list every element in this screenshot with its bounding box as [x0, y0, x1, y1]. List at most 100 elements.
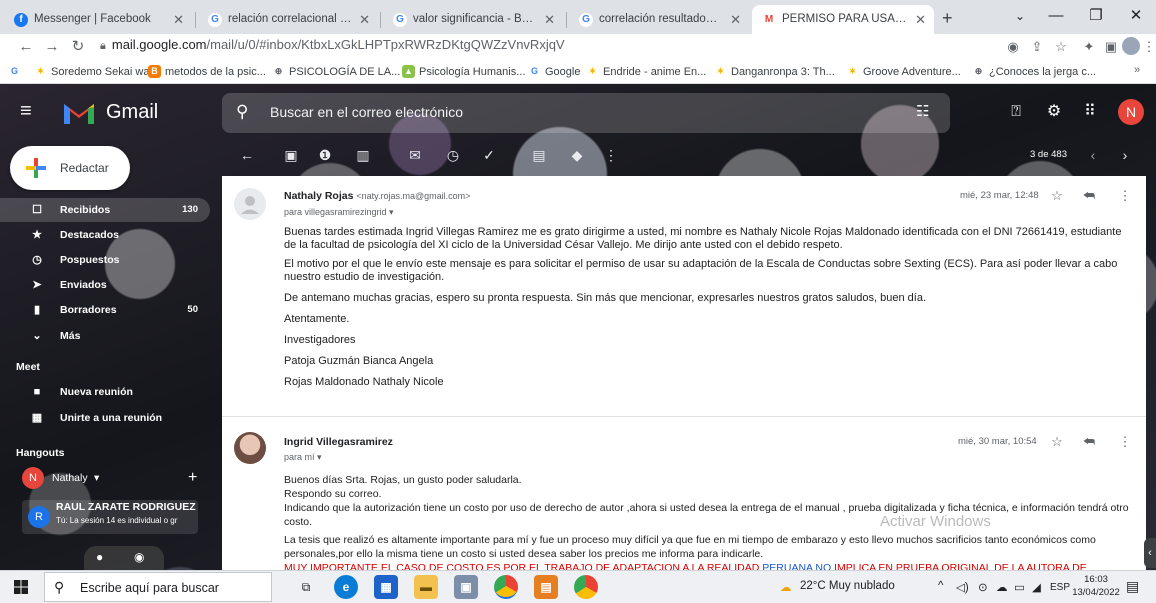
- reply-icon[interactable]: ⮪: [1080, 434, 1098, 450]
- search-icon[interactable]: ⚲: [236, 102, 248, 122]
- delete-icon[interactable]: ▥: [352, 144, 374, 166]
- weather-text[interactable]: 22°C Muy nublado: [800, 580, 895, 592]
- task-view-icon[interactable]: ⧉: [294, 575, 318, 599]
- back-to-inbox-icon[interactable]: ←: [236, 144, 258, 166]
- snooze-icon[interactable]: ◷: [442, 144, 464, 166]
- language-indicator[interactable]: ESP: [1050, 582, 1070, 593]
- meet-new-meeting[interactable]: ■ Nueva reunión: [0, 380, 210, 404]
- main-menu-icon[interactable]: ≡: [20, 101, 42, 121]
- browser-tab[interactable]: G correlación resultados - Busc ✕: [569, 5, 749, 34]
- add-task-icon[interactable]: ✓: [478, 144, 500, 166]
- recipient-line[interactable]: para villegasramirezingrid ▾: [284, 207, 394, 218]
- side-panel-toggle-icon[interactable]: ‹: [1144, 538, 1156, 568]
- star-icon[interactable]: ☆: [1048, 188, 1066, 204]
- hangout-contact[interactable]: R RAUL ZARATE RODRIGUEZ Tú: La sesión 14…: [22, 500, 198, 534]
- star-icon[interactable]: ☆: [1048, 434, 1066, 450]
- settings-gear-icon[interactable]: ⚙: [1042, 100, 1066, 124]
- bookmark-star-icon[interactable]: ☆: [1052, 38, 1070, 56]
- browser-tab-active[interactable]: M PERMISO PARA USAR LA VEI ✕: [752, 5, 934, 34]
- bookmark-item[interactable]: ▲ Psicología Humanis...: [402, 63, 525, 81]
- close-window-icon[interactable]: ✕: [1116, 4, 1156, 28]
- nav-inbox[interactable]: ☐ Recibidos 130: [0, 198, 210, 222]
- location-icon[interactable]: ◉: [1004, 38, 1022, 56]
- account-avatar[interactable]: N: [1118, 99, 1144, 125]
- maximize-window-icon[interactable]: ❐: [1076, 4, 1116, 28]
- back-arrow-icon[interactable]: ←: [16, 38, 36, 56]
- reply-icon[interactable]: ⮪: [1080, 188, 1098, 204]
- address-bar[interactable]: 🔒︎ mail.google.com/mail/u/0/#inbox/KtbxLx…: [100, 37, 1005, 57]
- older-chevron-right-icon[interactable]: ›: [1114, 144, 1136, 166]
- more-options-icon[interactable]: ⋮: [1116, 434, 1134, 450]
- report-spam-icon[interactable]: ❶: [314, 144, 336, 166]
- battery-icon[interactable]: ▭: [1014, 580, 1025, 594]
- edge-browser-icon[interactable]: e: [334, 575, 358, 599]
- tray-chevron-up-icon[interactable]: ^: [938, 580, 943, 592]
- newer-chevron-left-icon[interactable]: ‹: [1082, 144, 1104, 166]
- new-tab-button[interactable]: +: [942, 8, 953, 29]
- forward-arrow-icon[interactable]: →: [42, 38, 62, 56]
- bookmarks-overflow-button[interactable]: »: [1134, 64, 1140, 76]
- more-actions-icon[interactable]: ⋮: [600, 144, 622, 166]
- hangout-self[interactable]: N Nathaly ▾ +: [22, 467, 212, 489]
- photos-app-icon[interactable]: ▣: [454, 575, 478, 599]
- add-hangout-icon[interactable]: +: [188, 467, 197, 489]
- chrome-profile-icon[interactable]: [574, 575, 598, 599]
- browser-tab[interactable]: f Messenger | Facebook ✕: [4, 5, 192, 34]
- nav-more[interactable]: ⌄ Más: [0, 324, 210, 348]
- sidepanel-icon[interactable]: ▣: [1102, 38, 1120, 56]
- label-icon[interactable]: ◆: [566, 144, 588, 166]
- kebab-menu-icon[interactable]: ⋮: [1140, 38, 1156, 56]
- windows-start-icon[interactable]: [14, 580, 28, 594]
- bookmark-item[interactable]: ✶ Groove Adventure...: [846, 63, 961, 81]
- clock[interactable]: 16:03 13/04/2022: [1070, 573, 1122, 599]
- reload-icon[interactable]: ↻: [68, 38, 88, 56]
- bookmark-item[interactable]: ✶ Soredemo Sekai wa...: [34, 63, 159, 81]
- close-tab-icon[interactable]: ✕: [359, 5, 370, 34]
- bookmark-item[interactable]: G Google: [528, 63, 581, 81]
- nav-snoozed[interactable]: ◷ Pospuestos: [0, 248, 210, 272]
- chat-bubble-icon[interactable]: ◉: [134, 550, 144, 564]
- bookmark-apps[interactable]: G: [8, 63, 25, 81]
- nav-sent[interactable]: ➤ Enviados: [0, 273, 210, 297]
- chrome-icon[interactable]: [494, 575, 518, 599]
- bookmark-item[interactable]: ✶ Endride - anime En...: [586, 63, 707, 81]
- close-tab-icon[interactable]: ✕: [544, 5, 555, 34]
- chevron-down-icon[interactable]: ▾: [94, 467, 99, 489]
- close-tab-icon[interactable]: ✕: [730, 5, 741, 34]
- move-to-icon[interactable]: ▤: [528, 144, 550, 166]
- media-app-icon[interactable]: ▤: [534, 575, 558, 599]
- search-input[interactable]: [270, 102, 790, 122]
- share-icon[interactable]: ⇪: [1028, 38, 1046, 56]
- bookmark-item[interactable]: Bmetodos de la psic...: [148, 63, 266, 81]
- browser-tab[interactable]: G valor significancia - Buscar co ✕: [383, 5, 563, 34]
- meet-now-icon[interactable]: ⊙: [978, 580, 988, 594]
- recipient-line[interactable]: para mí ▾: [284, 452, 322, 463]
- bookmark-item[interactable]: ⊕ PSICOLOGÍA DE LA...: [272, 63, 401, 81]
- tab-search-icon[interactable]: ⌄: [1000, 4, 1040, 28]
- person-icon[interactable]: ●: [96, 550, 103, 564]
- bookmark-item[interactable]: ✶ Danganronpa 3: Th...: [714, 63, 835, 81]
- file-explorer-icon[interactable]: ▬: [414, 575, 438, 599]
- help-icon[interactable]: ⍰: [1004, 100, 1028, 124]
- mark-unread-icon[interactable]: ✉: [404, 144, 426, 166]
- nav-starred[interactable]: ★ Destacados: [0, 223, 210, 247]
- browser-tab[interactable]: G relación correlacional entre d ✕: [198, 5, 378, 34]
- bookmark-item[interactable]: ⊕ ¿Conoces la jerga c...: [972, 63, 1096, 81]
- search-options-icon[interactable]: ☷: [916, 102, 929, 120]
- store-icon[interactable]: ▦: [374, 575, 398, 599]
- onedrive-cloud-icon[interactable]: ☁: [996, 580, 1008, 594]
- taskbar-search-input[interactable]: [80, 580, 260, 596]
- archive-icon[interactable]: ▣: [280, 144, 302, 166]
- volume-icon[interactable]: ◁): [956, 580, 969, 594]
- extension-icon[interactable]: ✦: [1080, 38, 1098, 56]
- close-tab-icon[interactable]: ✕: [173, 5, 184, 34]
- profile-avatar[interactable]: [1122, 37, 1140, 55]
- wifi-icon[interactable]: ◢: [1032, 580, 1041, 594]
- weather-cloud-icon[interactable]: ☁: [780, 580, 792, 594]
- minimize-window-icon[interactable]: —: [1036, 4, 1076, 28]
- close-tab-icon[interactable]: ✕: [915, 5, 926, 34]
- more-options-icon[interactable]: ⋮: [1116, 188, 1134, 204]
- notifications-icon[interactable]: ▤: [1126, 578, 1139, 595]
- nav-drafts[interactable]: ▮ Borradores 50: [0, 298, 210, 322]
- apps-grid-icon[interactable]: ⠿: [1078, 100, 1102, 124]
